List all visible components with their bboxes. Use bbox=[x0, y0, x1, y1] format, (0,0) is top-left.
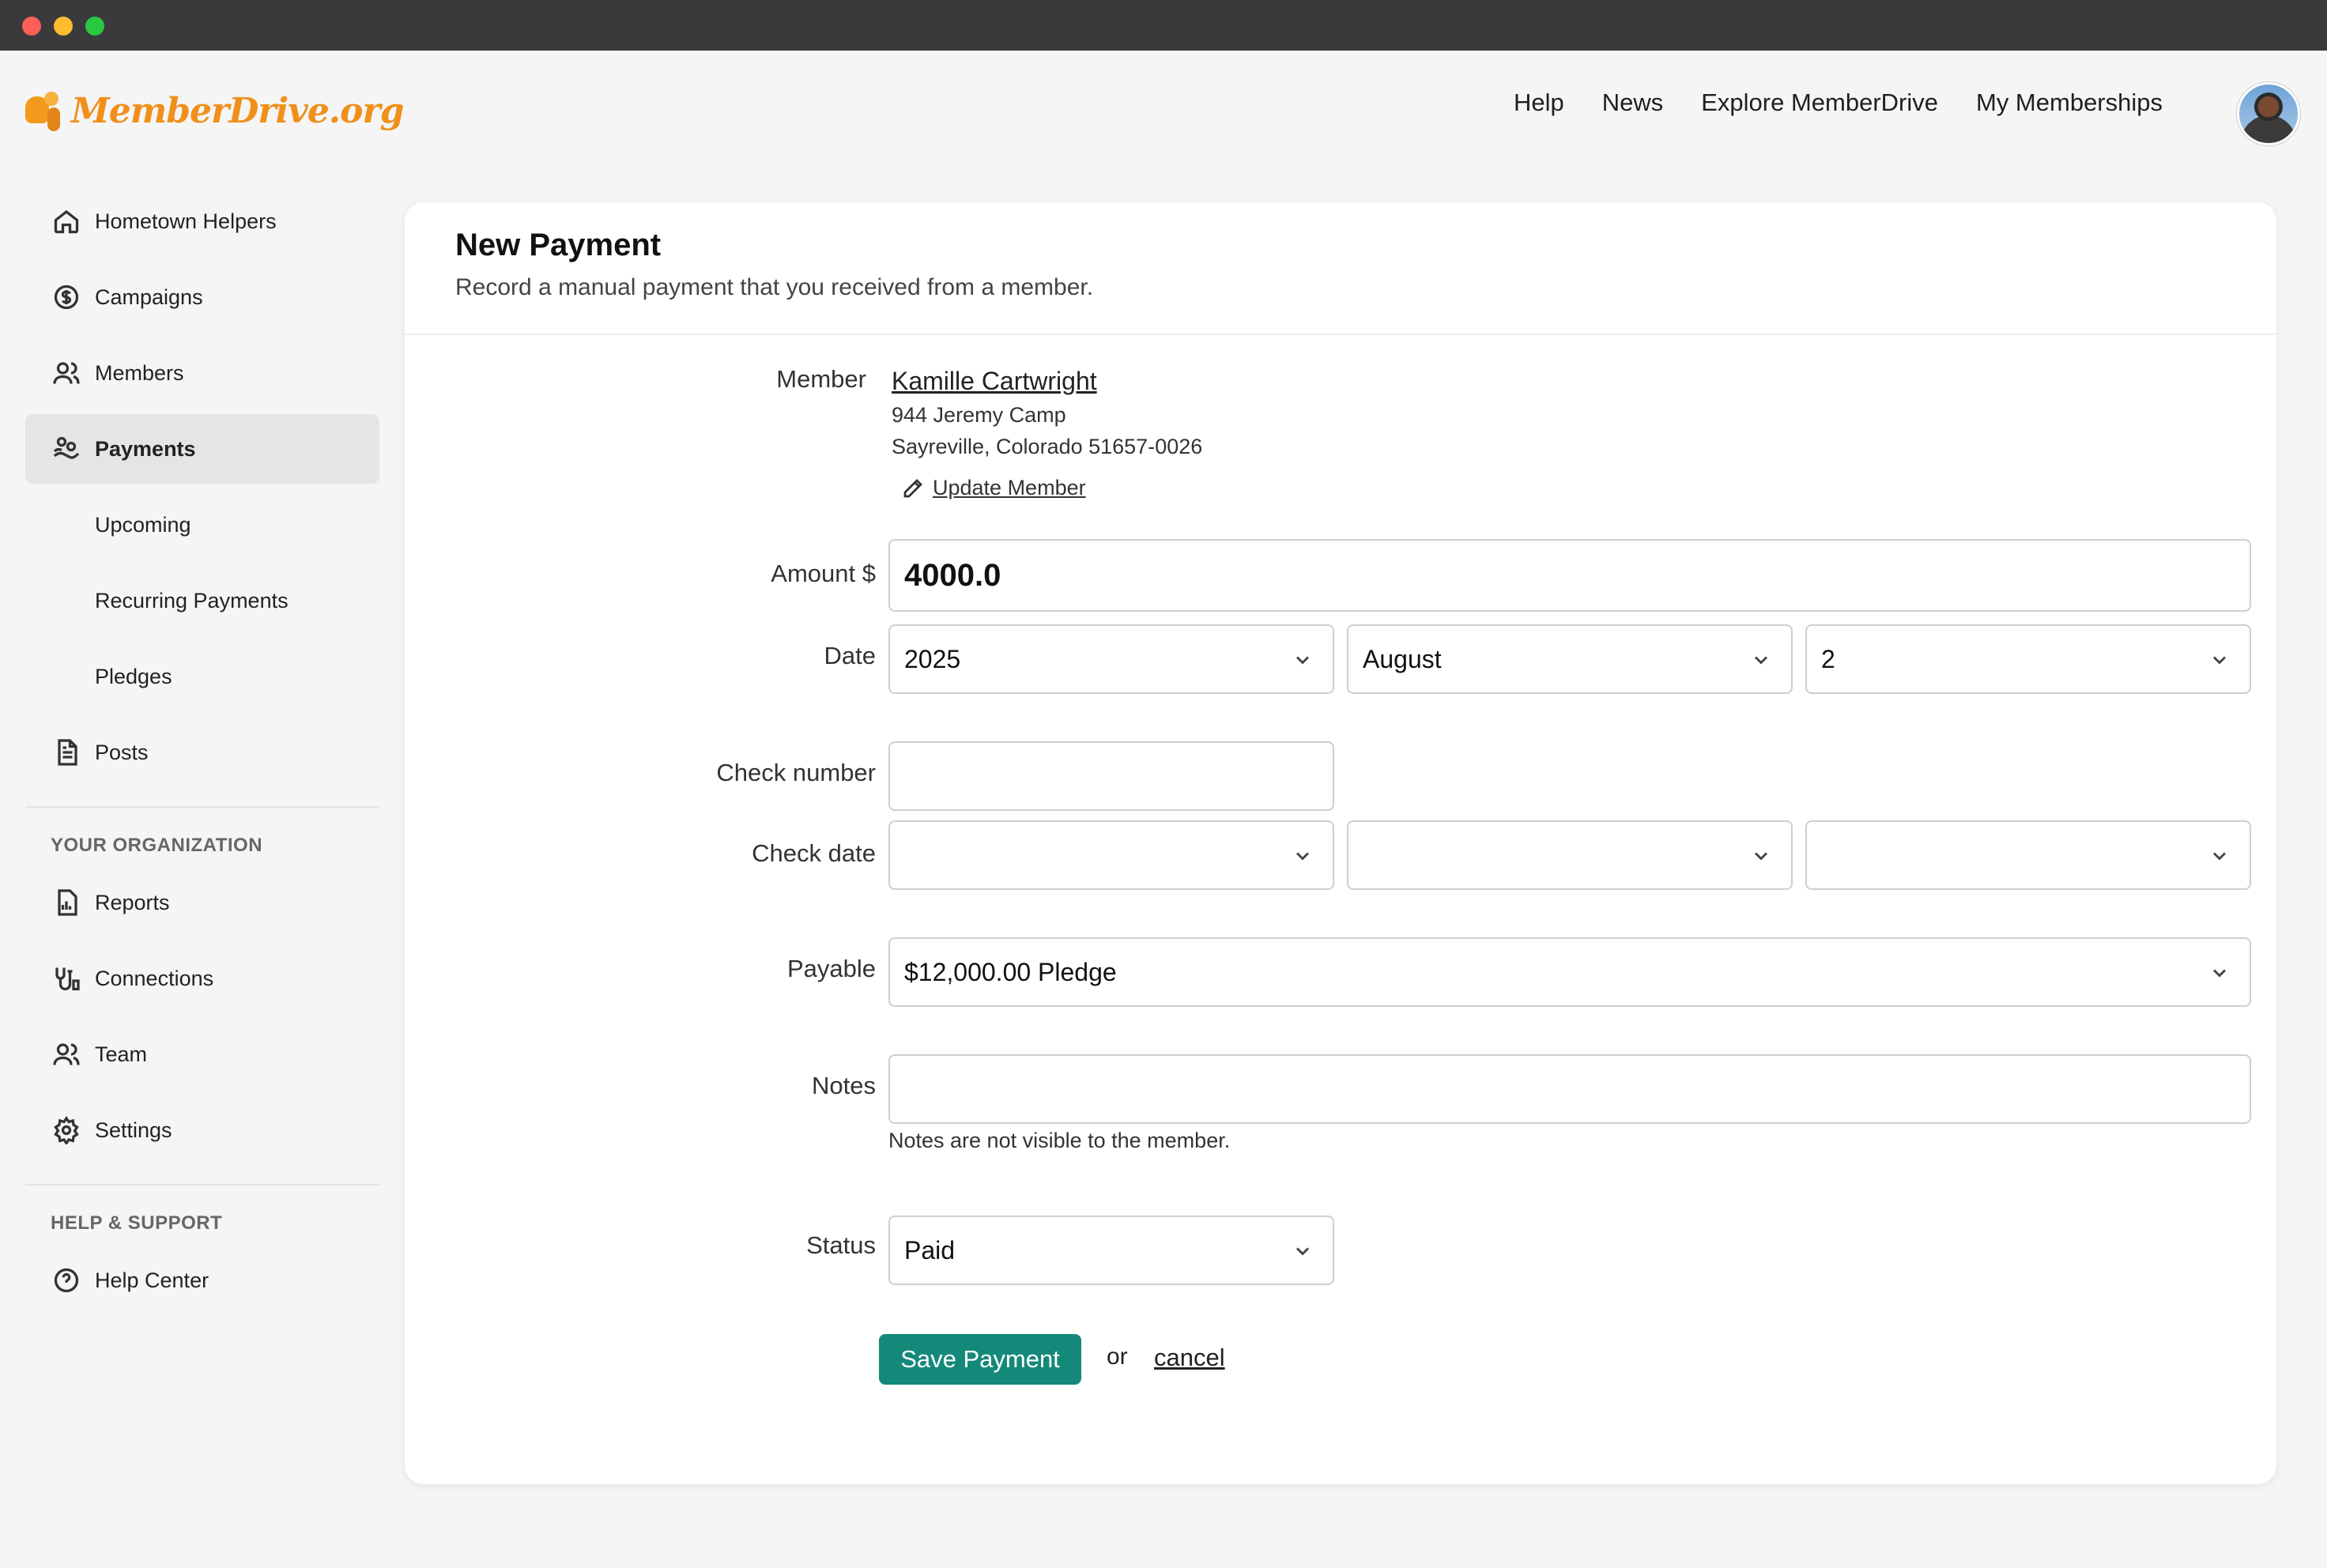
check-date-label: Check date bbox=[752, 839, 876, 867]
payments-icon bbox=[51, 433, 82, 465]
status-value: Paid bbox=[904, 1235, 956, 1265]
save-payment-button[interactable]: Save Payment bbox=[879, 1334, 1081, 1385]
sidebar-item-label: Settings bbox=[95, 1118, 172, 1142]
nav-explore[interactable]: Explore MemberDrive bbox=[1701, 89, 1938, 117]
update-member-link[interactable]: Update Member bbox=[901, 476, 1086, 500]
sidebar-divider bbox=[25, 1184, 379, 1185]
chevron-down-icon bbox=[1750, 844, 1772, 866]
check-number-label: Check number bbox=[716, 759, 876, 786]
logo-icon bbox=[25, 89, 63, 133]
nav-my-memberships[interactable]: My Memberships bbox=[1976, 89, 2163, 117]
sidebar-item-label: Campaigns bbox=[95, 285, 203, 309]
cancel-link[interactable]: cancel bbox=[1154, 1344, 1225, 1372]
member-label: Member bbox=[776, 365, 866, 393]
sidebar-item-label: Help Center bbox=[95, 1268, 209, 1292]
home-icon bbox=[51, 205, 82, 237]
payable-select[interactable]: $12,000.00 Pledge bbox=[888, 937, 2251, 1007]
question-circle-icon bbox=[51, 1265, 82, 1296]
notes-input[interactable] bbox=[888, 1054, 2251, 1124]
member-name-link[interactable]: Kamille Cartwright bbox=[892, 367, 1097, 396]
sidebar-item-upcoming[interactable]: Upcoming bbox=[25, 490, 379, 560]
sidebar-item-pledges[interactable]: Pledges bbox=[25, 642, 379, 711]
date-year-value: 2025 bbox=[904, 644, 961, 673]
sidebar-item-label: Recurring Payments bbox=[95, 588, 289, 612]
gear-icon bbox=[51, 1114, 82, 1146]
pencil-icon bbox=[903, 478, 922, 497]
sidebar-item-reports[interactable]: Reports bbox=[25, 868, 379, 937]
sidebar-item-posts[interactable]: Posts bbox=[25, 718, 379, 787]
payable-label: Payable bbox=[786, 955, 876, 982]
check-date-day-select[interactable] bbox=[1805, 820, 2251, 890]
sidebar-item-label: Pledges bbox=[95, 664, 172, 688]
notes-label: Notes bbox=[812, 1072, 876, 1099]
sidebar-item-help-center[interactable]: Help Center bbox=[25, 1246, 379, 1315]
sidebar-item-members[interactable]: Members bbox=[25, 338, 379, 408]
sidebar-item-team[interactable]: Team bbox=[25, 1020, 379, 1089]
check-date-year-select[interactable] bbox=[888, 820, 1334, 890]
nav-news[interactable]: News bbox=[1602, 89, 1664, 117]
page-title: New Payment bbox=[455, 228, 662, 262]
sidebar-item-label: Connections bbox=[95, 966, 214, 990]
sidebar-item-label: Team bbox=[95, 1042, 148, 1066]
sidebar-item-payments[interactable]: Payments bbox=[25, 414, 379, 484]
sidebar-heading-help: HELP & SUPPORT bbox=[51, 1212, 223, 1234]
sidebar-item-label: Members bbox=[95, 360, 184, 385]
window-titlebar bbox=[0, 0, 2327, 51]
top-navigation: Help News Explore MemberDrive My Members… bbox=[1514, 89, 2163, 117]
date-year-select[interactable]: 2025 bbox=[888, 624, 1334, 694]
date-day-value: 2 bbox=[1821, 644, 1835, 673]
sidebar-item-campaigns[interactable]: Campaigns bbox=[25, 262, 379, 332]
chevron-down-icon bbox=[1292, 844, 1314, 866]
member-address-line1: 944 Jeremy Camp bbox=[892, 403, 1066, 427]
check-number-input[interactable] bbox=[888, 741, 1334, 811]
brand-logo[interactable]: MemberDrive.org bbox=[25, 89, 404, 133]
sidebar: Hometown Helpers Campaigns Members Payme… bbox=[25, 187, 379, 1321]
sidebar-item-connections[interactable]: Connections bbox=[25, 944, 379, 1013]
chevron-down-icon bbox=[1292, 1239, 1314, 1261]
user-avatar[interactable] bbox=[2237, 82, 2300, 145]
date-label: Date bbox=[824, 642, 876, 669]
users-icon bbox=[51, 357, 82, 389]
sidebar-divider bbox=[25, 806, 379, 808]
date-month-select[interactable]: August bbox=[1347, 624, 1793, 694]
dollar-circle-icon bbox=[51, 281, 82, 313]
sidebar-heading-organization: YOUR ORGANIZATION bbox=[51, 835, 263, 856]
notes-hint: Notes are not visible to the member. bbox=[888, 1129, 1231, 1152]
report-icon bbox=[51, 887, 82, 918]
payable-value: $12,000.00 Pledge bbox=[904, 957, 1117, 986]
chevron-down-icon bbox=[2208, 961, 2231, 983]
connections-icon bbox=[51, 963, 82, 994]
sidebar-item-label: Posts bbox=[95, 740, 149, 764]
chevron-down-icon bbox=[2208, 648, 2231, 670]
brand-name: MemberDrive.org bbox=[71, 90, 404, 131]
maximize-window-button[interactable] bbox=[85, 17, 104, 36]
status-label: Status bbox=[806, 1231, 876, 1259]
update-member-label: Update Member bbox=[933, 476, 1086, 499]
page-subtitle: Record a manual payment that you receive… bbox=[455, 274, 1094, 300]
amount-label: Amount $ bbox=[771, 560, 876, 587]
status-select[interactable]: Paid bbox=[888, 1216, 1334, 1285]
team-icon bbox=[51, 1038, 82, 1070]
minimize-window-button[interactable] bbox=[54, 17, 73, 36]
chevron-down-icon bbox=[1292, 648, 1314, 670]
date-day-select[interactable]: 2 bbox=[1805, 624, 2251, 694]
card-header: New Payment Record a manual payment that… bbox=[405, 202, 2276, 335]
sidebar-item-label: Reports bbox=[95, 890, 170, 914]
member-address-line2: Sayreville, Colorado 51657-0026 bbox=[892, 435, 1203, 458]
date-month-value: August bbox=[1363, 644, 1442, 673]
amount-input[interactable]: 4000.0 bbox=[888, 539, 2251, 612]
close-window-button[interactable] bbox=[22, 17, 41, 36]
check-date-month-select[interactable] bbox=[1347, 820, 1793, 890]
or-text: or bbox=[1107, 1344, 1128, 1370]
document-icon bbox=[51, 737, 82, 768]
sidebar-item-recurring-payments[interactable]: Recurring Payments bbox=[25, 566, 379, 635]
chevron-down-icon bbox=[1750, 648, 1772, 670]
sidebar-item-hometown-helpers[interactable]: Hometown Helpers bbox=[25, 187, 379, 256]
sidebar-item-settings[interactable]: Settings bbox=[25, 1095, 379, 1165]
chevron-down-icon bbox=[2208, 844, 2231, 866]
sidebar-item-label: Hometown Helpers bbox=[95, 209, 277, 233]
nav-help[interactable]: Help bbox=[1514, 89, 1564, 117]
sidebar-item-label: Payments bbox=[95, 436, 196, 461]
sidebar-item-label: Upcoming bbox=[95, 512, 191, 537]
